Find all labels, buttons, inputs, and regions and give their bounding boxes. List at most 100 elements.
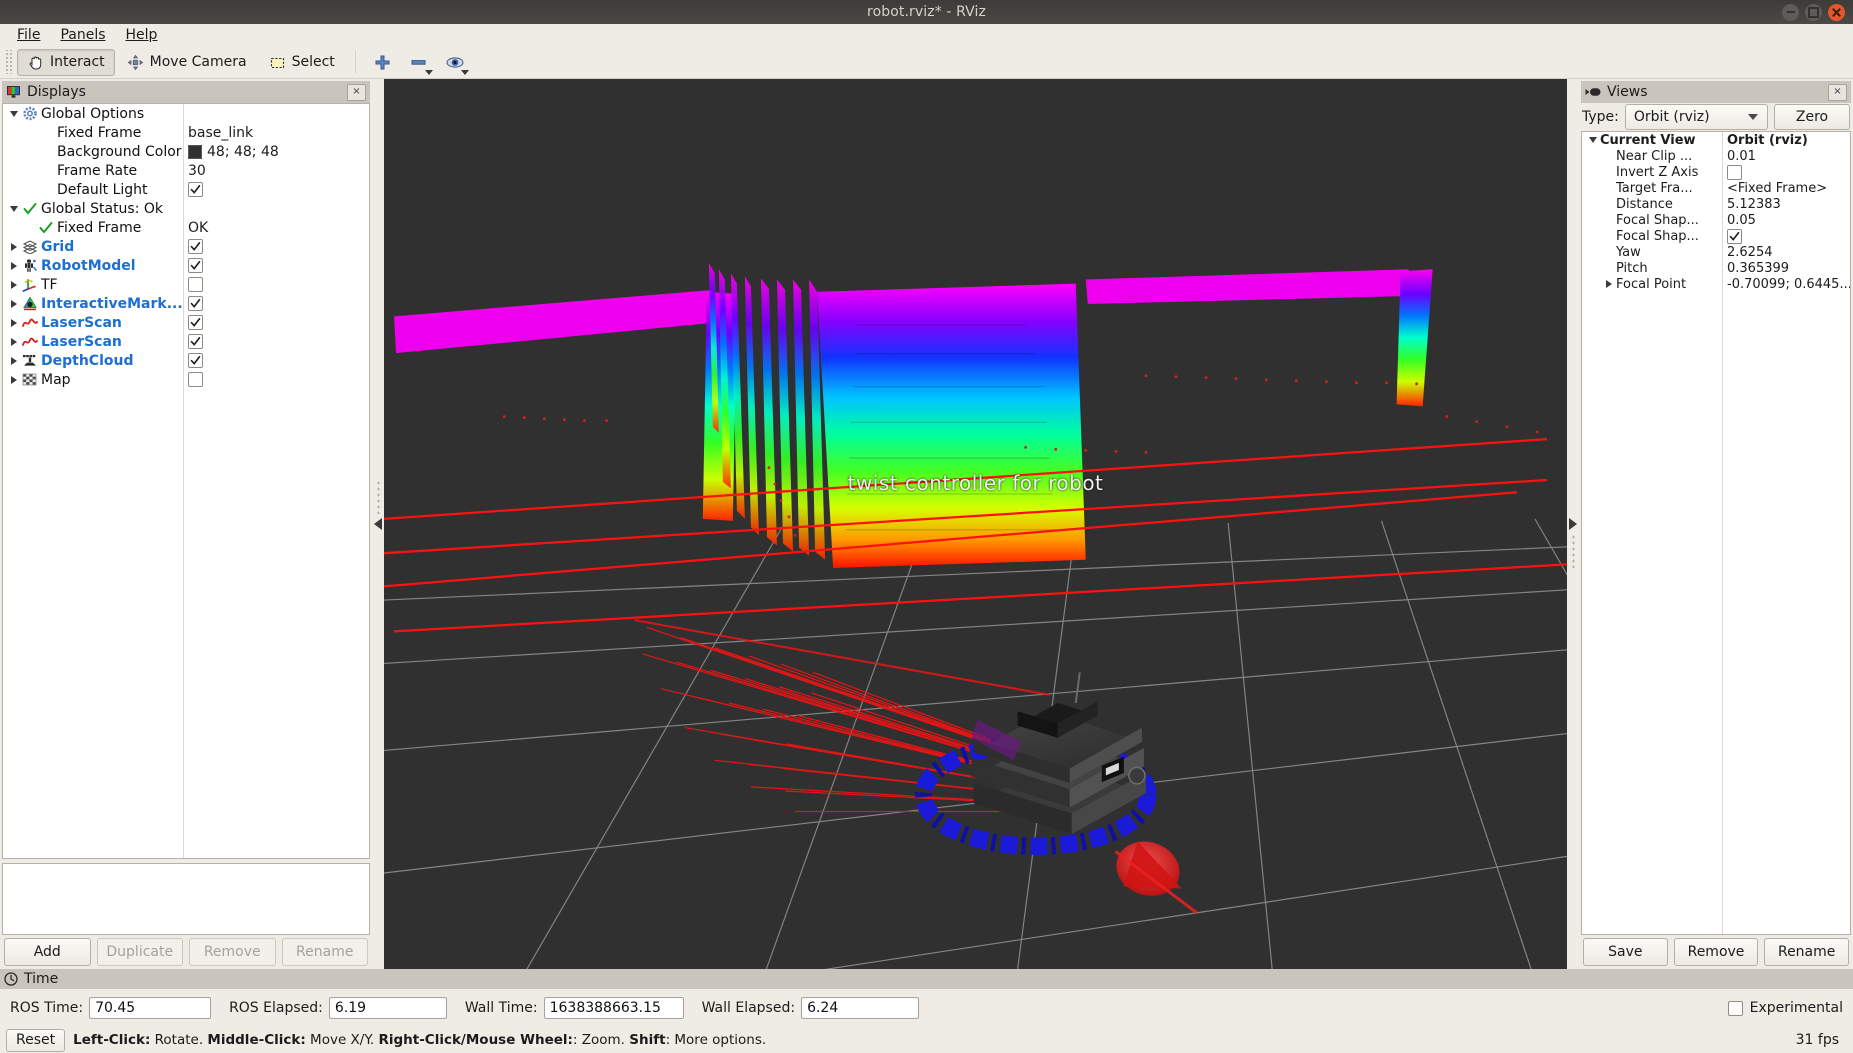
row-expander[interactable] bbox=[7, 240, 21, 254]
render-viewport[interactable]: twist controller for robot bbox=[384, 79, 1567, 969]
experimental-toggle[interactable]: Experimental bbox=[1728, 1000, 1843, 1016]
save-view-button[interactable]: Save bbox=[1583, 938, 1668, 966]
displays-tree-row[interactable]: Fixed FrameOK bbox=[3, 218, 369, 237]
displays-row-value[interactable] bbox=[183, 334, 369, 349]
row-expander[interactable] bbox=[7, 316, 21, 330]
displays-tree-row[interactable]: Global Options bbox=[3, 104, 369, 123]
remove-view-button[interactable]: Remove bbox=[1674, 938, 1759, 966]
row-checkbox[interactable] bbox=[188, 334, 203, 349]
measure-button[interactable] bbox=[402, 48, 436, 76]
views-row-value[interactable] bbox=[1722, 165, 1850, 180]
row-checkbox[interactable] bbox=[188, 353, 203, 368]
row-expander[interactable] bbox=[7, 335, 21, 349]
views-tree-row[interactable]: Focal Shap...0.05 bbox=[1582, 212, 1850, 228]
move-camera-tool-button[interactable]: Move Camera bbox=[117, 49, 257, 76]
wall-elapsed-input[interactable]: 6.24 bbox=[801, 997, 919, 1019]
publish-point-button[interactable] bbox=[438, 48, 472, 76]
views-row-value[interactable]: -0.70099; 0.6445... bbox=[1722, 277, 1850, 292]
views-row-value[interactable] bbox=[1722, 229, 1850, 244]
displays-tree[interactable]: Global OptionsFixed Framebase_linkBackgr… bbox=[2, 103, 370, 859]
views-close-icon[interactable]: × bbox=[1828, 84, 1847, 101]
displays-tree-row[interactable]: Background Color48; 48; 48 bbox=[3, 142, 369, 161]
displays-row-value[interactable] bbox=[183, 353, 369, 368]
displays-row-value[interactable]: 48; 48; 48 bbox=[183, 144, 369, 160]
displays-row-value[interactable] bbox=[183, 258, 369, 273]
rename-display-button[interactable]: Rename bbox=[282, 938, 369, 966]
measure-dropdown-caret-icon[interactable] bbox=[425, 70, 433, 75]
displays-tree-row[interactable]: InteractiveMark... bbox=[3, 294, 369, 313]
views-tree-row[interactable]: Yaw2.6254 bbox=[1582, 244, 1850, 260]
left-dock-collapse-handle[interactable] bbox=[372, 79, 384, 969]
displays-tree-row[interactable]: DepthCloud bbox=[3, 351, 369, 370]
views-row-value[interactable]: 0.01 bbox=[1722, 149, 1850, 164]
wall-time-input[interactable]: 1638388663.15 bbox=[544, 997, 684, 1019]
row-checkbox[interactable] bbox=[188, 258, 203, 273]
views-tree-row[interactable]: Invert Z Axis bbox=[1582, 164, 1850, 180]
ros-elapsed-input[interactable]: 6.19 bbox=[329, 997, 447, 1019]
add-display-button[interactable]: Add bbox=[4, 938, 91, 966]
reset-button[interactable]: Reset bbox=[6, 1029, 65, 1052]
row-checkbox[interactable] bbox=[188, 372, 203, 387]
row-expander[interactable] bbox=[7, 202, 21, 216]
displays-tree-row[interactable]: Global Status: Ok bbox=[3, 199, 369, 218]
row-checkbox[interactable] bbox=[188, 277, 203, 292]
views-tree-row[interactable]: Near Clip ...0.01 bbox=[1582, 148, 1850, 164]
maximize-button[interactable] bbox=[1805, 4, 1822, 21]
remove-display-button[interactable]: Remove bbox=[189, 938, 276, 966]
views-tree-row[interactable]: Target Fra...<Fixed Frame> bbox=[1582, 180, 1850, 196]
displays-row-value[interactable] bbox=[183, 239, 369, 254]
zero-view-button[interactable]: Zero bbox=[1774, 104, 1850, 130]
toolbar-grip[interactable] bbox=[4, 50, 12, 74]
views-row-value[interactable]: 2.6254 bbox=[1722, 245, 1850, 260]
row-checkbox[interactable] bbox=[1727, 165, 1742, 180]
row-checkbox[interactable] bbox=[188, 239, 203, 254]
views-tree-row[interactable]: Pitch0.365399 bbox=[1582, 260, 1850, 276]
displays-tree-row[interactable]: Fixed Framebase_link bbox=[3, 123, 369, 142]
minimize-button[interactable] bbox=[1782, 4, 1799, 21]
views-tree-row[interactable]: Focal Point-0.70099; 0.6445... bbox=[1582, 276, 1850, 292]
views-row-value[interactable]: Orbit (rviz) bbox=[1722, 133, 1850, 148]
rename-view-button[interactable]: Rename bbox=[1764, 938, 1849, 966]
displays-close-icon[interactable]: × bbox=[347, 84, 366, 101]
views-tree-row[interactable]: Focal Shap... bbox=[1582, 228, 1850, 244]
duplicate-display-button[interactable]: Duplicate bbox=[97, 938, 184, 966]
color-swatch[interactable] bbox=[188, 145, 202, 159]
row-expander[interactable] bbox=[7, 278, 21, 292]
views-row-value[interactable]: <Fixed Frame> bbox=[1722, 181, 1850, 196]
displays-row-value[interactable]: OK bbox=[183, 220, 369, 236]
focus-camera-button[interactable] bbox=[366, 48, 400, 76]
views-row-value[interactable]: 0.05 bbox=[1722, 213, 1850, 228]
close-button[interactable] bbox=[1828, 4, 1845, 21]
displays-tree-row[interactable]: TF bbox=[3, 275, 369, 294]
views-row-value[interactable]: 0.365399 bbox=[1722, 261, 1850, 276]
row-checkbox[interactable] bbox=[188, 182, 203, 197]
row-checkbox[interactable] bbox=[1727, 229, 1742, 244]
right-dock-collapse-handle[interactable] bbox=[1567, 79, 1579, 969]
ros-time-input[interactable]: 70.45 bbox=[89, 997, 211, 1019]
displays-tree-row[interactable]: LaserScan bbox=[3, 332, 369, 351]
experimental-checkbox[interactable] bbox=[1728, 1001, 1743, 1016]
row-expander[interactable] bbox=[7, 354, 21, 368]
row-expander[interactable] bbox=[7, 297, 21, 311]
displays-row-value[interactable] bbox=[183, 182, 369, 197]
views-row-value[interactable]: 5.12383 bbox=[1722, 197, 1850, 212]
displays-row-value[interactable] bbox=[183, 372, 369, 387]
views-tree-row[interactable]: Distance5.12383 bbox=[1582, 196, 1850, 212]
views-tree[interactable]: Current ViewOrbit (rviz)Near Clip ...0.0… bbox=[1581, 131, 1851, 935]
select-tool-button[interactable]: Select bbox=[259, 49, 345, 76]
view-type-select[interactable]: Orbit (rviz) bbox=[1625, 104, 1768, 130]
displays-row-value[interactable]: 30 bbox=[183, 163, 369, 179]
displays-row-value[interactable] bbox=[183, 296, 369, 311]
displays-tree-row[interactable]: Grid bbox=[3, 237, 369, 256]
publish-point-dropdown-caret-icon[interactable] bbox=[461, 70, 469, 75]
menu-file[interactable]: File bbox=[8, 25, 49, 45]
interact-tool-button[interactable]: Interact bbox=[17, 49, 115, 76]
displays-tree-row[interactable]: Map bbox=[3, 370, 369, 389]
row-expander[interactable] bbox=[7, 373, 21, 387]
displays-tree-row[interactable]: RobotModel bbox=[3, 256, 369, 275]
views-tree-row[interactable]: Current ViewOrbit (rviz) bbox=[1582, 132, 1850, 148]
row-expander[interactable] bbox=[7, 259, 21, 273]
row-expander[interactable] bbox=[1602, 277, 1616, 291]
displays-tree-row[interactable]: Frame Rate30 bbox=[3, 161, 369, 180]
displays-row-value[interactable] bbox=[183, 315, 369, 330]
